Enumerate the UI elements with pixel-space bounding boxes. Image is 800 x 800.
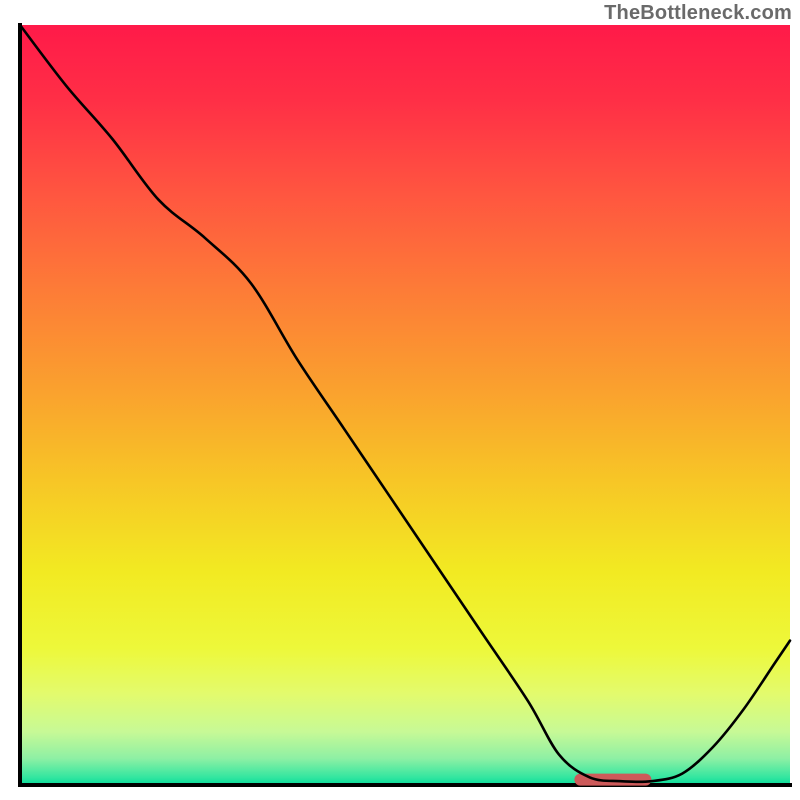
plot-area: [20, 25, 790, 786]
chart-container: TheBottleneck.com: [0, 0, 800, 800]
bottleneck-chart: [0, 0, 800, 800]
gradient-background: [20, 25, 790, 785]
watermark-text: TheBottleneck.com: [604, 2, 792, 25]
